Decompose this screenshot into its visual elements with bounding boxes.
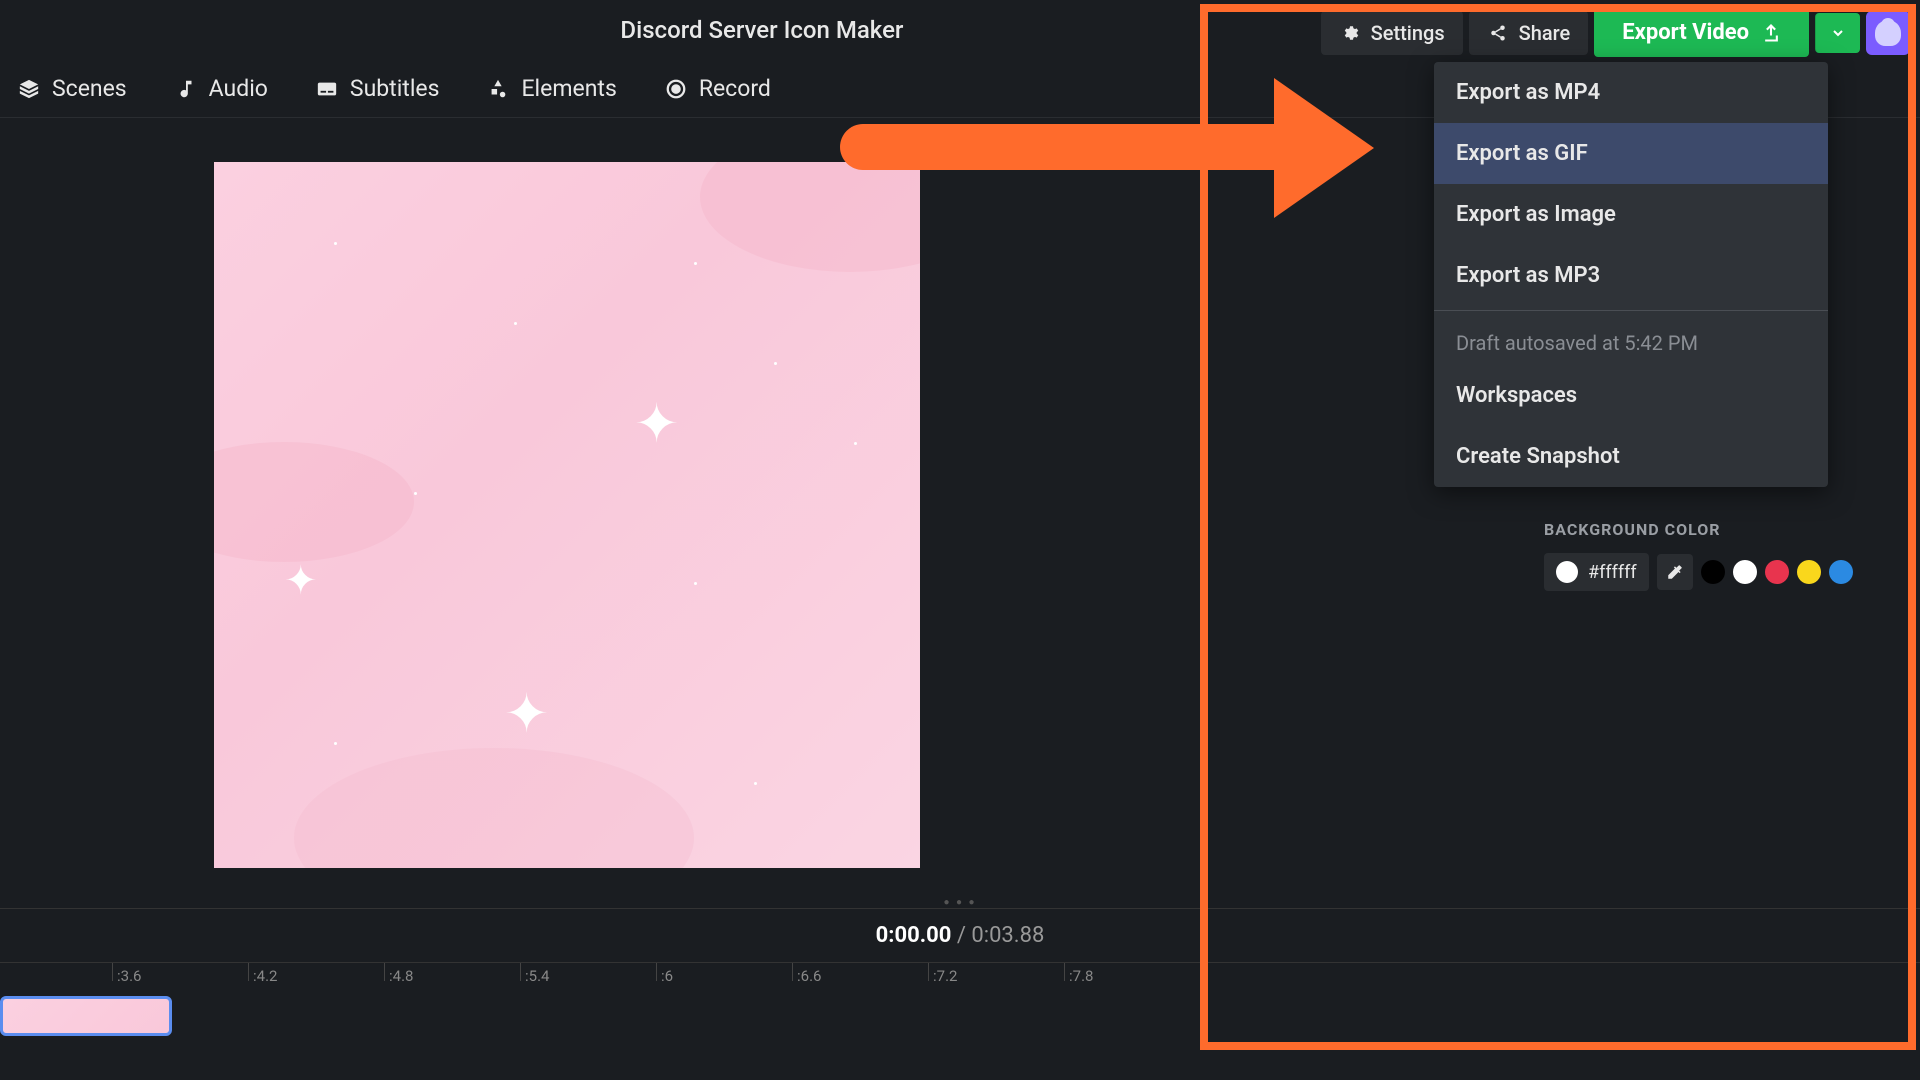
share-button[interactable]: Share [1469, 11, 1589, 55]
workspaces-item[interactable]: Workspaces [1434, 365, 1828, 426]
settings-label: Settings [1371, 21, 1445, 45]
bg-color-label: BACKGROUND COLOR [1544, 520, 1896, 539]
subtitles-icon [316, 78, 338, 100]
ruler-tick: :4.2 [248, 963, 277, 981]
export-dropdown-menu: Export as MP4 Export as GIF Export as Im… [1434, 62, 1828, 487]
ruler-tick: :4.8 [384, 963, 413, 981]
header-actions: Settings Share Export Video [1321, 8, 1910, 57]
page-title: Discord Server Icon Maker [620, 16, 903, 44]
current-color-swatch [1556, 561, 1578, 583]
eyedropper-icon [1666, 563, 1684, 581]
create-snapshot-item[interactable]: Create Snapshot [1434, 426, 1828, 487]
ruler-tick: :7.8 [1064, 963, 1093, 981]
avatar-icon [1875, 20, 1901, 46]
gear-icon [1339, 22, 1361, 44]
user-avatar[interactable] [1866, 11, 1910, 55]
export-video-button[interactable]: Export Video [1594, 8, 1809, 57]
hex-value: #ffffff [1588, 562, 1637, 583]
tab-record[interactable]: Record [655, 69, 781, 108]
export-label: Export Video [1622, 20, 1749, 45]
ruler-tick: :7.2 [928, 963, 957, 981]
audio-label: Audio [209, 75, 268, 102]
tab-subtitles[interactable]: Subtitles [306, 69, 450, 108]
layers-icon [18, 78, 40, 100]
scenes-label: Scenes [52, 75, 127, 102]
autosave-status: Draft autosaved at 5:42 PM [1434, 315, 1828, 365]
export-mp4-item[interactable]: Export as MP4 [1434, 62, 1828, 123]
time-total: 0:03.88 [971, 923, 1044, 948]
share-label: Share [1519, 21, 1571, 45]
export-image-item[interactable]: Export as Image [1434, 184, 1828, 245]
settings-button[interactable]: Settings [1321, 11, 1463, 55]
ruler-tick: :6.6 [792, 963, 821, 981]
eyedropper-button[interactable] [1657, 554, 1693, 590]
color-swatch-white[interactable] [1733, 560, 1757, 584]
shapes-icon [487, 78, 509, 100]
export-gif-item[interactable]: Export as GIF [1434, 123, 1828, 184]
color-hex-input[interactable]: #ffffff [1544, 553, 1649, 591]
color-swatch-red[interactable] [1765, 560, 1789, 584]
timeline: 0:00.00 / 0:03.88 :3.6 :4.2 :4.8 :5.4 :6… [0, 908, 1920, 1036]
time-current: 0:00.00 [876, 923, 952, 948]
panel-drag-handle[interactable]: ● ● ● [943, 897, 976, 908]
export-mp3-item[interactable]: Export as MP3 [1434, 245, 1828, 306]
music-note-icon [175, 78, 197, 100]
elements-label: Elements [521, 75, 616, 102]
time-display: 0:00.00 / 0:03.88 [0, 923, 1920, 948]
record-label: Record [699, 75, 771, 102]
ruler-tick: :3.6 [112, 963, 141, 981]
export-icon [1761, 23, 1781, 43]
menu-divider [1434, 310, 1828, 311]
ruler-tick: :6 [656, 963, 673, 981]
export-dropdown-toggle[interactable] [1815, 13, 1860, 53]
tab-audio[interactable]: Audio [165, 69, 278, 108]
color-swatch-yellow[interactable] [1797, 560, 1821, 584]
ruler-tick: :5.4 [520, 963, 549, 981]
record-icon [665, 78, 687, 100]
share-icon [1487, 22, 1509, 44]
tab-scenes[interactable]: Scenes [8, 69, 137, 108]
timeline-ruler[interactable]: :3.6 :4.2 :4.8 :5.4 :6 :6.6 :7.2 :7.8 [0, 962, 1920, 990]
time-separator: / [951, 923, 971, 948]
tab-elements[interactable]: Elements [477, 69, 626, 108]
subtitles-label: Subtitles [350, 75, 440, 102]
preview-canvas[interactable]: ✦ ✦ ✦ [214, 162, 920, 868]
color-swatch-black[interactable] [1701, 560, 1725, 584]
color-swatch-blue[interactable] [1829, 560, 1853, 584]
timeline-clip[interactable] [0, 996, 172, 1036]
chevron-down-icon [1830, 25, 1846, 41]
